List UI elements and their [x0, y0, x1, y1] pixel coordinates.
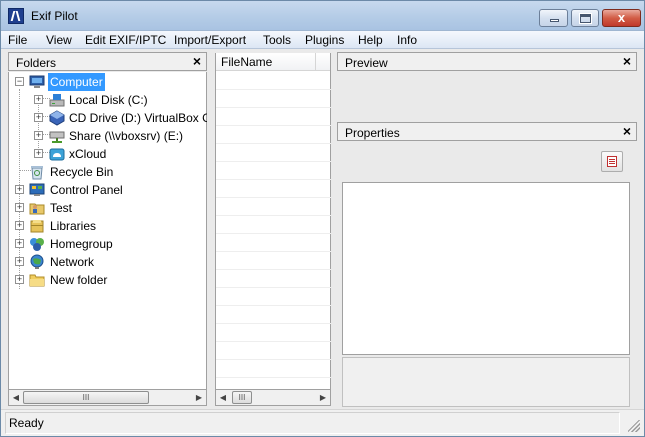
minimize-icon: [550, 19, 559, 22]
tree-item-homegroup[interactable]: + Homegroup: [9, 235, 199, 253]
filename-column-header[interactable]: FileName: [221, 55, 272, 69]
close-window-button[interactable]: x: [602, 9, 641, 27]
menu-import-export[interactable]: Import/Export: [174, 33, 246, 47]
expand-icon[interactable]: +: [34, 95, 43, 104]
tree-item-label: New folder: [50, 273, 108, 287]
folders-panel-close-button[interactable]: ×: [193, 53, 201, 70]
tree-item-new-folder[interactable]: + New folder: [9, 271, 199, 289]
tree-item-label: Test: [50, 201, 73, 215]
title-bar[interactable]: Exif Pilot x: [1, 1, 644, 31]
edit-document-icon: [607, 156, 617, 167]
tree-item-local-disk-c[interactable]: + Local Disk (C:): [9, 91, 199, 109]
file-list-rows: [216, 72, 331, 388]
properties-panel-header: Properties ×: [337, 122, 637, 141]
control-panel-icon: [29, 183, 45, 196]
properties-panel-close-button[interactable]: ×: [623, 123, 631, 140]
tree-item-label: Homegroup: [50, 237, 113, 251]
scroll-right-icon[interactable]: ▶: [192, 390, 206, 405]
expand-icon[interactable]: +: [34, 113, 43, 122]
hard-disk-icon: [49, 94, 65, 107]
status-text: Ready: [9, 416, 44, 430]
tree-item-label: Share (\\vboxsrv) (E:): [69, 129, 184, 143]
libraries-icon: [30, 220, 44, 233]
menu-bar: File View Edit EXIF/IPTC Import/Export T…: [1, 31, 644, 49]
tree-item-recycle-bin[interactable]: Recycle Bin: [9, 163, 199, 181]
status-bar: Ready: [1, 409, 644, 436]
folder-tree[interactable]: − Computer + Local Disk (C:) + CD Drive …: [8, 72, 207, 389]
network-icon: [30, 254, 44, 269]
menu-file[interactable]: File: [8, 33, 27, 47]
homegroup-icon: [30, 238, 44, 251]
minimize-button[interactable]: [539, 9, 568, 27]
tree-item-label: Recycle Bin: [50, 165, 114, 179]
tree-item-label: Network: [50, 255, 95, 269]
file-list-header: FileName: [216, 53, 330, 71]
properties-toolbar-button[interactable]: [601, 151, 623, 172]
expand-icon[interactable]: +: [15, 185, 24, 194]
expand-icon[interactable]: +: [15, 275, 24, 284]
maximize-icon: [579, 13, 592, 24]
preview-panel-header: Preview ×: [337, 52, 637, 71]
tree-item-libraries[interactable]: + Libraries: [9, 217, 199, 235]
tree-item-control-panel[interactable]: + Control Panel: [9, 181, 199, 199]
menu-edit-exif-iptc[interactable]: Edit EXIF/IPTC: [85, 33, 166, 47]
tree-item-cd-drive[interactable]: + CD Drive (D:) VirtualBox Gu: [9, 109, 207, 127]
scroll-thumb[interactable]: III: [232, 391, 252, 404]
tree-item-label: Computer: [48, 73, 105, 91]
menu-plugins[interactable]: Plugins: [305, 33, 344, 47]
expand-icon[interactable]: +: [15, 239, 24, 248]
tree-item-label: Local Disk (C:): [69, 93, 148, 107]
menu-view[interactable]: View: [46, 33, 72, 47]
recycle-bin-icon: [31, 166, 43, 180]
column-separator[interactable]: [315, 53, 316, 71]
properties-grid[interactable]: [342, 182, 630, 355]
status-panel: [5, 412, 620, 434]
close-icon: x: [617, 10, 626, 25]
expand-icon[interactable]: +: [15, 203, 24, 212]
collapse-icon[interactable]: −: [15, 77, 24, 86]
tree-item-label: Control Panel: [50, 183, 123, 197]
resize-grip-icon[interactable]: [628, 420, 640, 432]
cd-drive-icon: [49, 110, 65, 126]
tree-item-share-e[interactable]: + Share (\\vboxsrv) (E:): [9, 127, 199, 145]
expand-icon[interactable]: +: [15, 221, 24, 230]
scroll-right-icon[interactable]: ▶: [316, 390, 330, 405]
file-list[interactable]: FileName: [215, 53, 331, 389]
tree-item-test[interactable]: + Test: [9, 199, 199, 217]
maximize-button[interactable]: [571, 9, 599, 27]
user-folder-icon: [29, 203, 45, 215]
preview-panel-close-button[interactable]: ×: [623, 53, 631, 70]
app-window: Exif Pilot x File View Edit EXIF/IPTC Im…: [0, 0, 645, 437]
scroll-left-icon[interactable]: ◀: [9, 390, 23, 405]
scroll-thumb[interactable]: III: [23, 391, 149, 404]
properties-panel-title: Properties: [345, 126, 400, 140]
menu-info[interactable]: Info: [397, 33, 417, 47]
tree-item-network[interactable]: + Network: [9, 253, 199, 271]
menu-help[interactable]: Help: [358, 33, 383, 47]
tree-item-label: xCloud: [69, 147, 107, 161]
expand-icon[interactable]: +: [34, 149, 43, 158]
scroll-left-icon[interactable]: ◀: [216, 390, 230, 405]
tree-item-xcloud[interactable]: + xCloud: [9, 145, 199, 163]
network-drive-icon: [49, 131, 65, 143]
computer-icon: [29, 75, 45, 88]
folders-panel-title: Folders: [16, 56, 57, 70]
window-title: Exif Pilot: [31, 9, 78, 23]
folders-panel-header: Folders ×: [8, 52, 207, 71]
expand-icon[interactable]: +: [34, 131, 43, 140]
folders-horizontal-scrollbar[interactable]: ◀ III ▶: [8, 389, 207, 406]
exif-pilot-app-icon[interactable]: [8, 8, 24, 24]
menu-tools[interactable]: Tools: [263, 33, 291, 47]
preview-panel-title: Preview: [345, 56, 388, 70]
tree-item-computer[interactable]: − Computer: [9, 73, 199, 91]
tree-item-label: Libraries: [50, 219, 97, 233]
properties-description-area: [342, 357, 630, 407]
tree-item-label: CD Drive (D:) VirtualBox Gu: [69, 111, 207, 125]
expand-icon[interactable]: +: [15, 257, 24, 266]
cloud-drive-icon: [49, 148, 65, 161]
file-list-horizontal-scrollbar[interactable]: ◀ III ▶: [215, 389, 331, 406]
folder-icon: [29, 274, 45, 287]
